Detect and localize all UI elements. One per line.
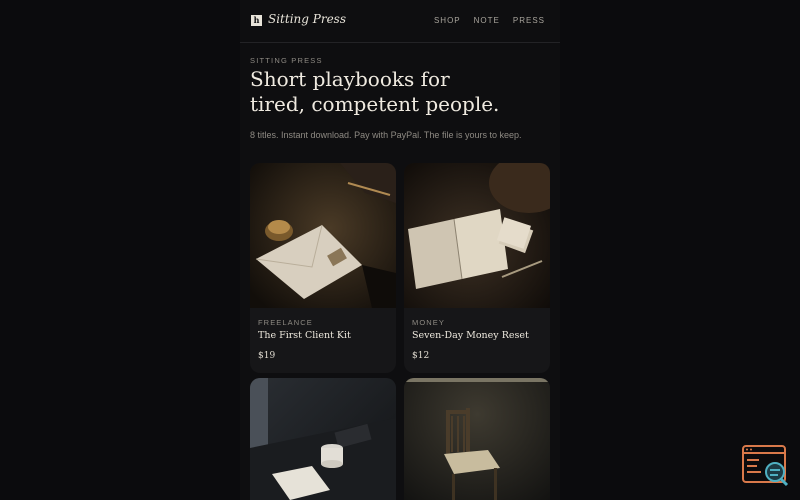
help-widget-icon[interactable] (741, 444, 791, 488)
site-header: h Sitting Press SHOP NOTE PRESS (240, 0, 560, 43)
product-card-first-client-kit[interactable]: FREELANCE The First Client Kit $19 (250, 163, 396, 373)
hero-headline: Short playbooks for tired, competent peo… (250, 67, 550, 117)
nav-press-link[interactable]: PRESS (513, 16, 545, 25)
headline-line-1: Short playbooks for (250, 67, 450, 91)
logo-icon[interactable]: h (251, 15, 262, 26)
product-card-3[interactable] (250, 378, 396, 500)
nav-note-link[interactable]: NOTE (474, 16, 500, 25)
main-column: h Sitting Press SHOP NOTE PRESS SITTING … (240, 0, 560, 500)
headline-line-2: tired, competent people. (250, 92, 500, 116)
product-price: $12 (412, 351, 430, 361)
product-category: FREELANCE (258, 318, 313, 327)
envelope-on-desk-photo (250, 163, 396, 308)
brand-name[interactable]: Sitting Press (268, 12, 346, 26)
product-title[interactable]: Seven-Day Money Reset (412, 330, 529, 341)
product-price: $19 (258, 351, 276, 361)
hero-eyebrow: SITTING PRESS (250, 56, 323, 65)
top-nav: SHOP NOTE PRESS (434, 16, 545, 25)
hero-subtitle: 8 titles. Instant download. Pay with Pay… (250, 130, 522, 140)
product-category: MONEY (412, 318, 446, 327)
open-notebook-photo (404, 163, 550, 308)
coffee-cup-table-photo (250, 378, 396, 500)
product-title[interactable]: The First Client Kit (258, 330, 351, 341)
wooden-chair-photo (404, 378, 550, 500)
product-card-4[interactable] (404, 378, 550, 500)
nav-shop-link[interactable]: SHOP (434, 16, 461, 25)
product-card-money-reset[interactable]: MONEY Seven-Day Money Reset $12 (404, 163, 550, 373)
